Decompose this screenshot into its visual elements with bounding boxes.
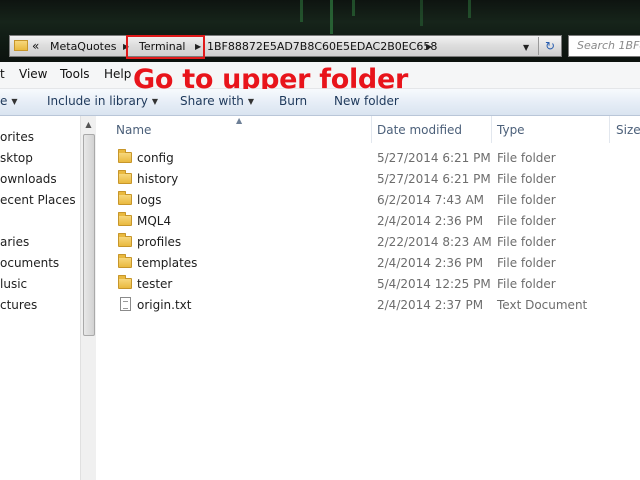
file-row-mql4[interactable]: MQL4 2/4/2014 2:36 PM File folder: [96, 211, 640, 232]
column-header-date-modified[interactable]: Date modified: [377, 123, 462, 137]
organize-button[interactable]: e ▼: [0, 94, 18, 108]
dropdown-caret-icon: ▼: [247, 97, 255, 106]
nav-item-desktop[interactable]: sktop: [0, 151, 33, 165]
file-date-modified: 5/27/2014 6:21 PM: [377, 151, 491, 165]
file-name: logs: [137, 193, 162, 207]
search-input[interactable]: Search 1BF8: [568, 35, 640, 57]
annotation-highlight-box: [126, 35, 205, 59]
nav-item-libraries[interactable]: aries: [0, 235, 29, 249]
file-row-templates[interactable]: templates 2/4/2014 2:36 PM File folder: [96, 253, 640, 274]
folder-icon: [118, 233, 132, 247]
folder-icon: [118, 170, 132, 184]
file-date-modified: 5/4/2014 12:25 PM: [377, 277, 491, 291]
menu-item-tail[interactable]: t: [0, 67, 5, 81]
file-name: history: [137, 172, 179, 186]
file-type: File folder: [497, 193, 556, 207]
file-date-modified: 6/2/2014 7:43 AM: [377, 193, 485, 207]
file-name: templates: [137, 256, 198, 270]
file-type: File folder: [497, 277, 556, 291]
folder-icon: [118, 212, 132, 226]
scrollbar-thumb[interactable]: [83, 134, 95, 336]
file-date-modified: 2/22/2014 8:23 AM: [377, 235, 492, 249]
sort-ascending-icon: ▲: [236, 116, 243, 125]
burn-button[interactable]: Burn: [279, 94, 307, 108]
menu-view[interactable]: View: [19, 67, 47, 81]
new-folder-button[interactable]: New folder: [334, 94, 399, 108]
file-row-history[interactable]: history 5/27/2014 6:21 PM File folder: [96, 169, 640, 190]
column-header-name[interactable]: Name: [116, 123, 151, 137]
file-type: File folder: [497, 151, 556, 165]
nav-item-pictures[interactable]: ctures: [0, 298, 37, 312]
file-name: profiles: [137, 235, 182, 249]
file-type: Text Document: [497, 298, 588, 312]
dropdown-caret-icon: ▼: [151, 97, 159, 106]
nav-item-downloads[interactable]: ownloads: [0, 172, 57, 186]
share-with-button[interactable]: Share with ▼: [180, 94, 254, 108]
folder-icon: [118, 191, 132, 205]
column-headers: ▲ Name Date modified Type Size: [96, 116, 640, 143]
file-type: File folder: [497, 235, 556, 249]
file-date-modified: 2/4/2014 2:36 PM: [377, 214, 484, 228]
file-date-modified: 2/4/2014 2:37 PM: [377, 298, 484, 312]
breadcrumb-metaquotes[interactable]: MetaQuotes: [50, 39, 116, 54]
nav-scrollbar[interactable]: ▲: [80, 116, 96, 480]
file-name: config: [137, 151, 174, 165]
file-row-config[interactable]: config 5/27/2014 6:21 PM File folder: [96, 148, 640, 169]
background-glow: [420, 0, 423, 26]
file-type: File folder: [497, 172, 556, 186]
file-name: origin.txt: [137, 298, 192, 312]
nav-item-music[interactable]: lusic: [0, 277, 27, 291]
include-in-library-button[interactable]: Include in library ▼: [47, 94, 158, 108]
scroll-up-icon[interactable]: ▲: [81, 118, 96, 132]
background-glow: [352, 0, 355, 16]
address-bar[interactable]: « MetaQuotes ▶ Terminal ▶ 1BF88872E5AD7B…: [9, 35, 562, 57]
menu-tools[interactable]: Tools: [60, 67, 90, 81]
file-type: File folder: [497, 214, 556, 228]
file-row-logs[interactable]: logs 6/2/2014 7:43 AM File folder: [96, 190, 640, 211]
address-dropdown-icon[interactable]: ▼: [523, 40, 529, 55]
breadcrumb-overflow[interactable]: «: [32, 39, 39, 54]
file-date-modified: 2/4/2014 2:36 PM: [377, 256, 484, 270]
background-glow: [330, 0, 333, 34]
refresh-icon: ↻: [544, 39, 556, 53]
file-row-profiles[interactable]: profiles 2/22/2014 8:23 AM File folder: [96, 232, 640, 253]
column-divider[interactable]: [491, 116, 492, 143]
nav-item-favorites[interactable]: orites: [0, 130, 34, 144]
folder-icon: [118, 254, 132, 268]
navigation-pane: orites sktop ownloads ecent Places aries…: [0, 116, 80, 480]
nav-item-recent-places[interactable]: ecent Places: [0, 193, 76, 207]
menu-help[interactable]: Help: [104, 67, 131, 81]
background-glow: [468, 0, 471, 18]
command-bar: e ▼ Include in library ▼ Share with ▼ Burn …: [0, 89, 640, 116]
file-date-modified: 5/27/2014 6:21 PM: [377, 172, 491, 186]
column-divider[interactable]: [609, 116, 610, 143]
file-type: File folder: [497, 256, 556, 270]
file-row-tester[interactable]: tester 5/4/2014 12:25 PM File folder: [96, 274, 640, 295]
column-header-type[interactable]: Type: [497, 123, 525, 137]
file-name: MQL4: [137, 214, 172, 228]
breadcrumb-current-folder[interactable]: 1BF88872E5AD7B8C60E5EDAC2B0EC658: [207, 39, 437, 54]
file-row-origin-txt[interactable]: origin.txt 2/4/2014 2:37 PM Text Documen…: [96, 295, 640, 316]
folder-icon: [118, 275, 132, 289]
background-glow: [300, 0, 303, 22]
breadcrumb-separator-icon[interactable]: ▶: [426, 39, 432, 54]
column-header-size[interactable]: Size: [616, 123, 640, 137]
refresh-button[interactable]: ↻: [538, 37, 561, 55]
file-name: tester: [137, 277, 173, 291]
folder-icon: [118, 149, 132, 163]
dropdown-caret-icon: ▼: [11, 97, 18, 106]
text-file-icon: [120, 297, 131, 311]
nav-item-documents[interactable]: ocuments: [0, 256, 59, 270]
folder-icon: [14, 40, 28, 51]
column-divider[interactable]: [371, 116, 372, 143]
